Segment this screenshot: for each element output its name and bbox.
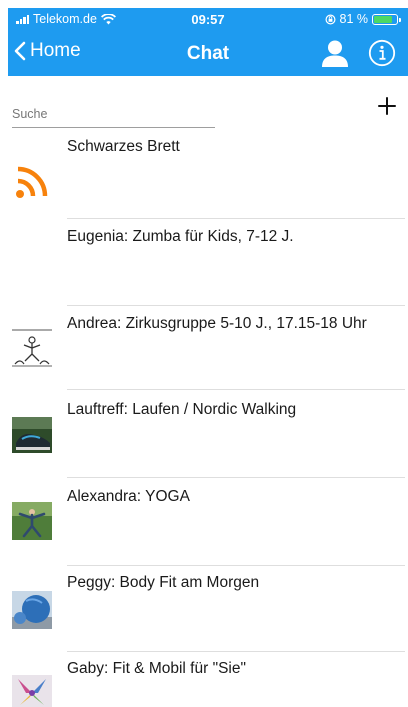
gym-ball-image [12, 591, 52, 629]
status-bar: Telekom.de 09:57 81 % [8, 8, 408, 30]
status-right: 81 % [324, 12, 401, 26]
chat-item-label: Peggy: Body Fit am Morgen [67, 574, 260, 591]
chat-item-label: Lauftreff: Laufen / Nordic Walking [67, 401, 297, 418]
user-icon[interactable] [320, 38, 350, 68]
chat-item-label: Alexandra: YOGA [67, 488, 190, 505]
chat-item-label: Andrea: Zirkusgruppe 5-10 J., 17.15-18 U… [67, 315, 367, 332]
app-header: Telekom.de 09:57 81 % Home Chat [8, 8, 408, 76]
running-shoe-image [12, 417, 52, 453]
info-icon[interactable] [368, 39, 396, 67]
divider [67, 651, 405, 652]
chat-item-label: Schwarzes Brett [67, 138, 180, 155]
chat-item-label: Gaby: Fit & Mobil für "Sie" [67, 660, 246, 677]
search-input[interactable] [12, 104, 215, 121]
acrobat-image [12, 329, 52, 367]
search-field [12, 104, 215, 128]
chat-item-peggy[interactable]: Peggy: Body Fit am Morgen [0, 574, 408, 652]
battery-icon [372, 13, 401, 25]
yoga-pose-image [12, 502, 52, 540]
battery-fill [374, 15, 392, 23]
chat-item-gaby[interactable]: Gaby: Fit & Mobil für "Sie" [0, 660, 408, 707]
divider [67, 477, 405, 478]
chat-item-label: Eugenia: Zumba für Kids, 7-12 J. [67, 228, 294, 245]
orientation-lock-icon [324, 13, 336, 25]
chat-item-eugenia[interactable]: Eugenia: Zumba für Kids, 7-12 J. [0, 228, 408, 306]
navigation-bar: Home Chat [8, 34, 408, 74]
flower-image [12, 675, 52, 707]
divider [67, 218, 405, 219]
chat-item-lauftreff[interactable]: Lauftreff: Laufen / Nordic Walking [0, 400, 408, 478]
battery-percent: 81 % [339, 12, 369, 26]
chat-item-alexandra[interactable]: Alexandra: YOGA [0, 488, 408, 566]
plus-icon[interactable] [376, 95, 398, 117]
chat-item-schwarzes-brett[interactable]: Schwarzes Brett [0, 138, 408, 219]
divider [67, 565, 405, 566]
divider [67, 389, 405, 390]
chat-item-andrea[interactable]: Andrea: Zirkusgruppe 5-10 J., 17.15-18 U… [0, 314, 408, 390]
divider [67, 305, 405, 306]
rss-icon [16, 166, 48, 198]
